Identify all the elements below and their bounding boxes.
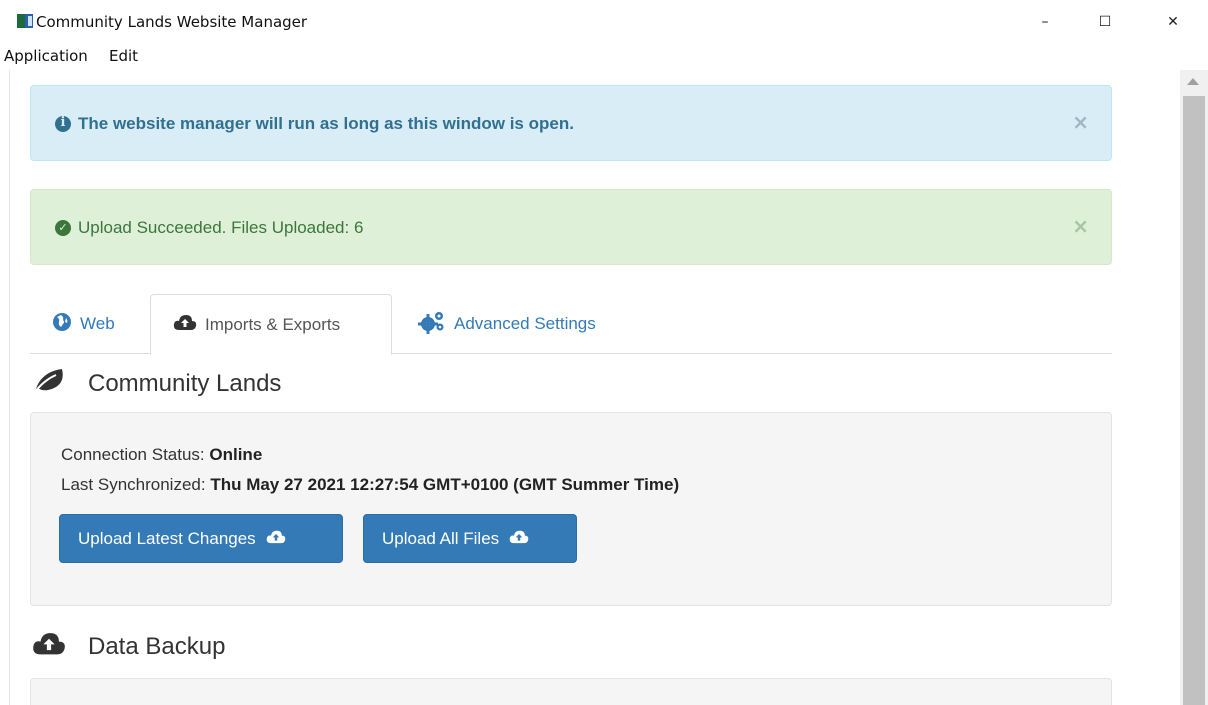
cloud-upload-icon	[32, 630, 72, 663]
cloud-upload-icon	[266, 529, 286, 549]
upload-latest-changes-button[interactable]: Upload Latest Changes	[59, 514, 343, 563]
tab-advanced-settings[interactable]: Advanced Settings	[396, 294, 618, 354]
connection-status-label: Connection Status:	[61, 445, 210, 464]
check-circle-icon	[55, 220, 71, 236]
community-lands-heading: Community Lands	[32, 366, 281, 401]
globe-icon	[52, 312, 72, 337]
info-alert-text: The website manager will run as long as …	[78, 114, 574, 133]
cloud-upload-icon	[509, 529, 529, 549]
tab-web[interactable]: Web	[30, 294, 137, 354]
info-alert-close-button[interactable]: ×	[1072, 110, 1089, 134]
success-alert-text: Upload Succeeded. Files Uploaded: 6	[78, 218, 364, 237]
upload-all-files-label: Upload All Files	[382, 528, 500, 548]
left-window-edge	[0, 70, 10, 705]
last-synchronized-value: Thu May 27 2021 12:27:54 GMT+0100 (GMT S…	[210, 475, 680, 494]
tab-imports-exports-label: Imports & Exports	[205, 314, 341, 334]
upload-latest-changes-label: Upload Latest Changes	[78, 528, 256, 548]
window-title: Community Lands Website Manager	[36, 13, 308, 31]
community-lands-panel: Connection Status: Online Last Synchroni…	[30, 412, 1112, 606]
scroll-up-arrow-icon[interactable]	[1187, 78, 1199, 85]
tab-imports-exports[interactable]: Imports & Exports	[150, 294, 392, 355]
scrollbar-thumb[interactable]	[1183, 96, 1205, 705]
data-backup-title: Data Backup	[88, 632, 226, 660]
last-synchronized-label: Last Synchronized:	[61, 475, 211, 494]
data-backup-heading: Data Backup	[32, 630, 225, 663]
title-bar: Community Lands Website Manager – ☐ ✕	[0, 0, 1208, 44]
connection-status: Connection Status: Online	[61, 445, 262, 465]
tab-bar: Web Imports & Exports Advanced Settings	[30, 294, 1112, 355]
last-synchronized: Last Synchronized: Thu May 27 2021 12:27…	[61, 475, 679, 495]
minimize-button[interactable]: –	[1030, 9, 1060, 35]
tab-advanced-settings-label: Advanced Settings	[454, 314, 596, 333]
maximize-button[interactable]: ☐	[1090, 9, 1120, 35]
menu-bar: Application Edit	[0, 44, 1208, 70]
cogs-icon	[418, 310, 446, 339]
success-alert-close-button[interactable]: ×	[1072, 214, 1089, 238]
connection-status-value: Online	[209, 445, 263, 464]
info-circle-icon	[55, 115, 71, 132]
menu-edit[interactable]: Edit	[109, 47, 138, 65]
info-alert: The website manager will run as long as …	[30, 85, 1112, 161]
leaf-icon	[32, 366, 72, 401]
data-backup-panel	[30, 678, 1112, 705]
menu-application[interactable]: Application	[4, 47, 88, 65]
upload-all-files-button[interactable]: Upload All Files	[363, 514, 577, 563]
tab-web-label: Web	[80, 314, 115, 333]
app-icon	[17, 14, 33, 28]
cloud-upload-icon	[173, 313, 197, 336]
success-alert: Upload Succeeded. Files Uploaded: 6 ×	[30, 189, 1112, 265]
close-window-button[interactable]: ✕	[1158, 9, 1188, 35]
vertical-scrollbar[interactable]	[1180, 70, 1208, 705]
community-lands-title: Community Lands	[88, 369, 282, 397]
main-content: The website manager will run as long as …	[10, 70, 1180, 705]
